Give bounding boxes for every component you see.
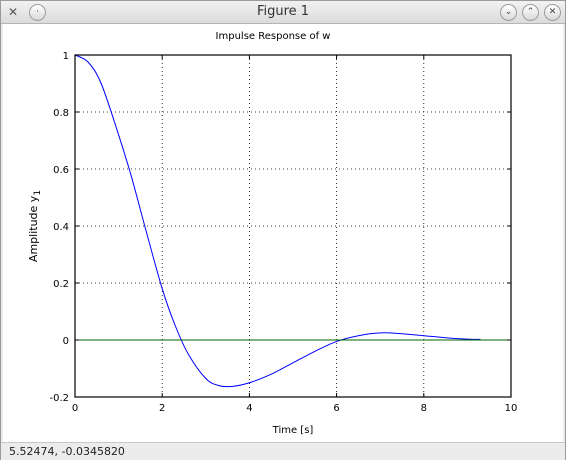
x-tick-label: 0 [72, 403, 78, 414]
status-bar: 5.52474, -0.0345820 [1, 442, 565, 460]
y-tick-label: 0.8 [53, 108, 69, 119]
minimize-button[interactable]: ⌄ [500, 4, 517, 21]
title-bar[interactable]: ✕ · Figure 1 ⌄ ⌃ ✕ [1, 1, 565, 24]
figure-window: ✕ · Figure 1 ⌄ ⌃ ✕ Impulse Response of w… [0, 0, 566, 460]
impulse-response-line [74, 54, 481, 388]
y-axis-label: Amplitude y1 [27, 190, 43, 262]
x-tick-label: 2 [159, 403, 165, 414]
y-tick-label: -0.2 [49, 393, 69, 404]
x-tick-label: 10 [505, 403, 518, 414]
axis-ticks: 0 2 4 6 8 10-0.200.20.40.60.81 [49, 51, 517, 414]
axes-frame [74, 54, 512, 398]
y-tick-label: 0.4 [53, 222, 69, 233]
series-lines [74, 54, 511, 388]
close-button[interactable]: ✕ [544, 4, 561, 21]
grid-lines [75, 55, 511, 397]
y-tick-label: 0.6 [53, 165, 69, 176]
impulse-response-chart[interactable]: Impulse Response of w 0 2 4 6 8 10-0.200.20.4… [3, 24, 563, 442]
x-tick-label: 8 [421, 403, 427, 414]
y-tick-label: 0 [63, 336, 69, 347]
x-tick-label: 4 [246, 403, 252, 414]
chart-title: Impulse Response of w [216, 31, 331, 42]
y-axis-label-subscript: 1 [33, 190, 43, 196]
y-axis-label-text: Amplitude y [27, 195, 40, 262]
figure-canvas[interactable]: Impulse Response of w 0 2 4 6 8 10 -0.2 0 0.2 0.4… [3, 24, 563, 442]
x-tick-label: 6 [333, 403, 339, 414]
window-title: Figure 1 [256, 4, 310, 19]
cursor-coordinates: 5.52474, -0.0345820 [9, 445, 125, 458]
x-axis-label: Time [s] [272, 425, 314, 436]
y-tick-label: 1 [63, 51, 69, 62]
maximize-button[interactable]: ⌃ [522, 4, 539, 21]
y-tick-label: 0.2 [53, 279, 69, 290]
